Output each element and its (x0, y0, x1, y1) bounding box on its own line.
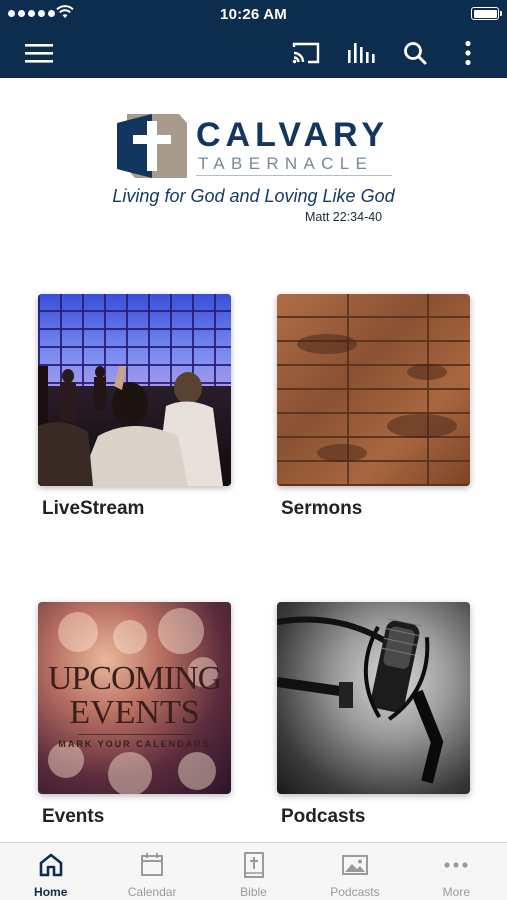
events-art-subtitle: EVENTS (69, 694, 200, 731)
status-time: 10:26 AM (220, 6, 287, 23)
more-vertical-icon (465, 40, 471, 66)
cross-logo-icon (117, 114, 187, 178)
tab-home-label: Home (34, 885, 68, 899)
podcasts-label: Podcasts (281, 806, 366, 827)
events-art-title: UPCOMING (47, 660, 222, 697)
tab-home[interactable]: Home (0, 843, 101, 900)
tab-more[interactable]: More (406, 843, 507, 900)
tab-more-label: More (442, 885, 470, 899)
events-label: Events (42, 806, 105, 827)
tab-calendar[interactable]: Calendar (101, 843, 202, 900)
bottom-tab-bar: Home Calendar Bible Podcasts More (0, 842, 507, 900)
livestream-tile[interactable]: LiveStream (38, 294, 231, 519)
events-tile[interactable]: UPCOMING EVENTS MARK YOUR CALENDARS Even… (38, 602, 231, 827)
calendar-icon (141, 853, 164, 876)
cast-button[interactable] (289, 36, 323, 70)
church-tagline: Living for God and Loving Like God (112, 186, 395, 206)
tab-bible-label: Bible (240, 885, 267, 899)
bible-icon (243, 852, 264, 878)
menu-icon (25, 44, 53, 63)
battery-icon (471, 7, 502, 20)
cast-icon (292, 42, 320, 64)
church-subtitle: TABERNACLE (198, 154, 374, 173)
sermons-tile[interactable]: Sermons (277, 294, 470, 519)
menu-button[interactable] (22, 36, 56, 70)
worship-image (38, 294, 231, 486)
verse-reference: Matt 22:34-40 (305, 210, 383, 224)
livestream-label: LiveStream (42, 498, 145, 519)
upcoming-events-image: UPCOMING EVENTS MARK YOUR CALENDARS (38, 602, 231, 794)
audio-bars-icon (348, 43, 375, 63)
status-bar: 10:26 AM (0, 0, 507, 28)
church-name: CALVARY (196, 116, 390, 154)
events-art-caption: MARK YOUR CALENDARS (58, 739, 211, 749)
logo-divider (196, 175, 392, 176)
tab-podcasts[interactable]: Podcasts (304, 843, 405, 900)
sermons-label: Sermons (281, 498, 363, 519)
app-bar (0, 28, 507, 78)
more-options-button[interactable] (451, 36, 485, 70)
audio-player-button[interactable] (344, 36, 378, 70)
podcasts-tile[interactable]: Podcasts (277, 602, 470, 827)
tab-calendar-label: Calendar (127, 885, 177, 899)
home-icon (39, 853, 63, 877)
tab-bible[interactable]: Bible (203, 843, 304, 900)
wood-texture-image (277, 294, 470, 486)
ellipsis-icon (444, 862, 468, 868)
search-icon (404, 42, 427, 65)
search-button[interactable] (398, 36, 432, 70)
tab-podcasts-label: Podcasts (330, 885, 380, 899)
church-logo: CALVARY TABERNACLE Living for God and Lo… (0, 78, 507, 238)
image-icon (341, 855, 368, 875)
microphone-image (277, 602, 470, 794)
